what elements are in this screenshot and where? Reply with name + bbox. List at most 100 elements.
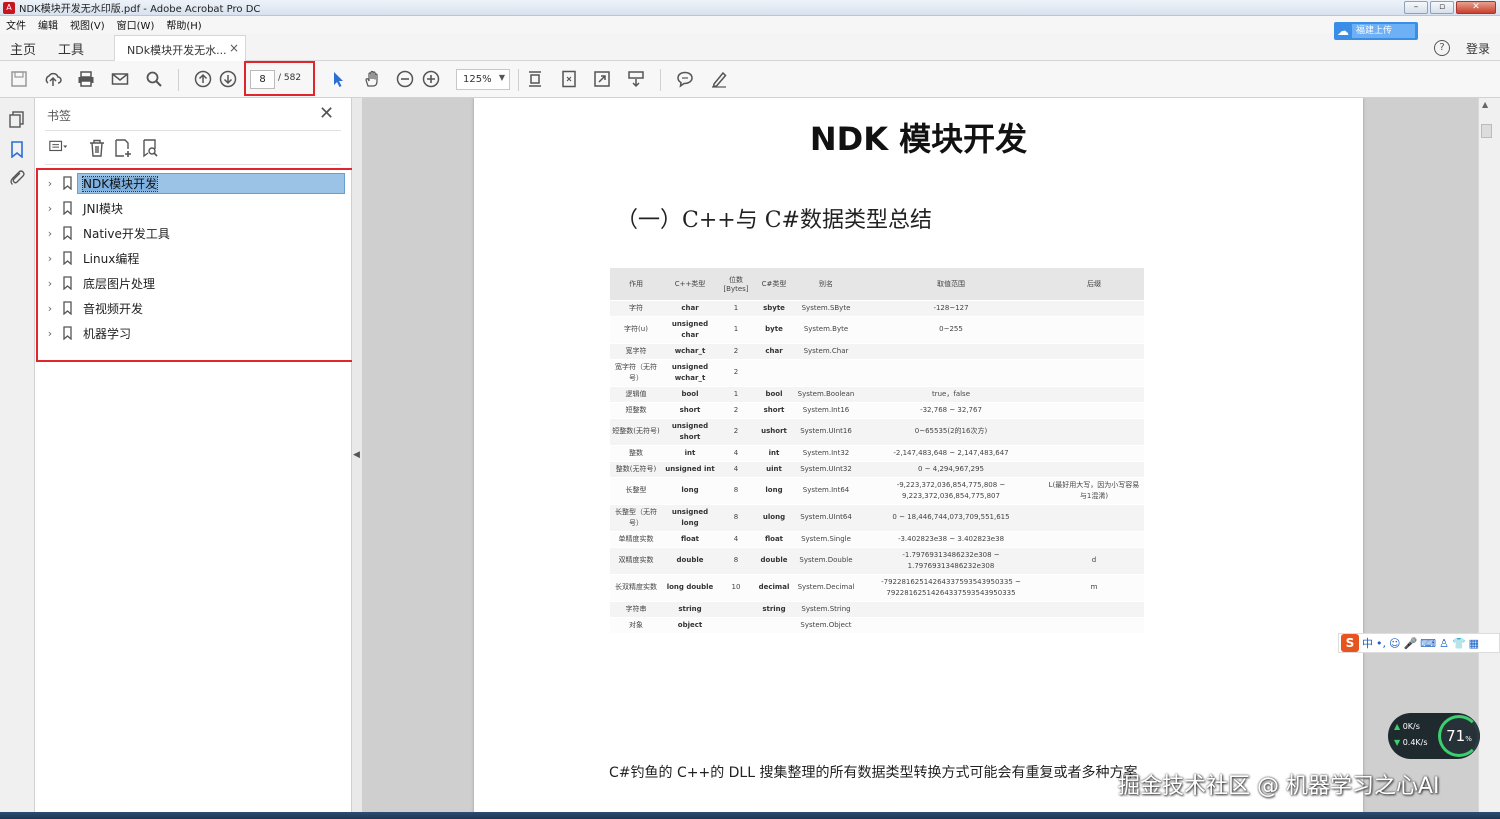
microphone-icon[interactable]: 🎤 — [1403, 637, 1417, 650]
chevron-right-icon[interactable]: › — [43, 277, 57, 290]
table-cell — [1044, 418, 1144, 446]
close-window-button[interactable]: ✕ — [1456, 1, 1496, 14]
chevron-right-icon[interactable]: › — [43, 252, 57, 265]
comment-icon[interactable] — [675, 70, 695, 90]
full-screen-icon[interactable] — [592, 70, 612, 90]
bookmark-item[interactable]: › Linux编程 — [43, 247, 348, 269]
email-icon[interactable] — [110, 70, 130, 90]
table-cell: char — [754, 343, 794, 360]
panel-splitter[interactable]: ◀ — [352, 98, 362, 819]
maximize-button[interactable]: ▫ — [1430, 1, 1454, 14]
bookmark-panel-icon[interactable] — [8, 140, 26, 159]
document-title: NDK 模块开发 — [809, 120, 1028, 158]
table-cell: 1 — [718, 300, 754, 317]
chevron-right-icon[interactable]: › — [43, 177, 57, 190]
bookmark-search-icon[interactable] — [140, 138, 160, 158]
punctuation-icon[interactable]: •, — [1376, 637, 1386, 650]
table-cell: 对象 — [610, 617, 662, 634]
skin-icon[interactable]: 👕 — [1452, 637, 1466, 650]
table-cell — [1044, 445, 1144, 462]
close-tab-icon[interactable]: × — [229, 41, 239, 55]
window-title: NDK模块开发无水印版.pdf - Adobe Acrobat Pro DC — [19, 4, 261, 15]
zoom-in-icon[interactable] — [421, 70, 441, 90]
menu-help[interactable]: 帮助(H) — [166, 17, 201, 32]
table-cell: 2 — [718, 343, 754, 360]
table-header: C#类型 — [754, 268, 794, 301]
user-icon[interactable]: ♙ — [1439, 637, 1449, 650]
table-cell: -128~127 — [858, 300, 1044, 317]
select-arrow-icon[interactable] — [328, 70, 348, 90]
tab-document[interactable]: NDk模块开发无水... × — [114, 35, 246, 61]
delete-bookmark-icon[interactable] — [87, 138, 107, 158]
chevron-right-icon[interactable]: › — [43, 202, 57, 215]
print-icon[interactable] — [76, 70, 96, 90]
chevron-right-icon[interactable]: › — [43, 327, 57, 340]
table-cell — [858, 617, 1044, 634]
page-thumbnails-icon[interactable] — [8, 110, 26, 128]
table-row: 整数 int 4 int System.Int32 -2,147,483,648 ~ 2,… — [610, 445, 1144, 462]
scroll-mode-icon[interactable] — [525, 70, 545, 90]
bookmark-label: 音视频开发 — [83, 301, 144, 316]
help-icon[interactable]: ? — [1434, 40, 1450, 56]
search-icon[interactable] — [144, 70, 164, 90]
table-cell — [1044, 461, 1144, 478]
minimize-button[interactable]: – — [1404, 1, 1428, 14]
chevron-right-icon[interactable]: › — [43, 302, 57, 315]
table-cell: System.SByte — [794, 300, 858, 317]
page-number-input[interactable]: 8 — [250, 70, 275, 89]
menu-file[interactable]: 文件 — [6, 17, 26, 32]
close-panel-icon[interactable]: ✕ — [319, 103, 334, 124]
login-link[interactable]: 登录 — [1466, 40, 1490, 57]
zoom-out-icon[interactable] — [395, 70, 415, 90]
table-cell: System.UInt16 — [794, 418, 858, 446]
new-bookmark-icon[interactable] — [113, 138, 133, 158]
table-cell: 字符 — [610, 300, 662, 317]
attachment-icon[interactable] — [8, 168, 26, 186]
hand-tool-icon[interactable] — [362, 70, 382, 90]
scroll-up-icon[interactable]: ▲ — [1482, 100, 1488, 109]
grid-icon[interactable]: ▦ — [1469, 637, 1479, 650]
table-cell — [1044, 504, 1144, 532]
ime-toolbar[interactable]: S 中 •, ☺ 🎤 ⌨ ♙ 👕 ▦ — [1338, 633, 1500, 653]
chevron-right-icon[interactable]: › — [43, 227, 57, 240]
table-cell: 长双精度实数 — [610, 574, 662, 602]
menu-edit[interactable]: 编辑 — [38, 17, 58, 32]
table-cell: uint — [754, 461, 794, 478]
table-row: 对象 object System.Object — [610, 617, 1144, 634]
collapse-arrow-icon[interactable]: ◀ — [353, 450, 360, 460]
next-page-icon[interactable] — [218, 70, 238, 90]
scrollbar-thumb[interactable] — [1481, 124, 1492, 138]
keyboard-icon[interactable]: ⌨ — [1420, 637, 1436, 650]
table-cell: int — [754, 445, 794, 462]
document-view[interactable]: NDK 模块开发 （一）C++与 C#数据类型总结 作用 C++类型 位数 [B… — [362, 98, 1478, 819]
menu-window[interactable]: 窗口(W) — [117, 17, 155, 32]
menu-view[interactable]: 视图(V) — [70, 17, 105, 32]
table-row: 长整型 long 8 long System.Int64 -9,223,372,036,8… — [610, 477, 1144, 505]
bookmark-item[interactable]: › Native开发工具 — [43, 222, 348, 244]
vertical-scrollbar[interactable]: ▲ — [1478, 98, 1494, 819]
previous-page-icon[interactable] — [193, 70, 213, 90]
highlight-pen-icon[interactable] — [709, 70, 729, 90]
bookmark-item[interactable]: › 音视频开发 — [43, 297, 348, 319]
tab-home[interactable]: 主页 — [10, 39, 36, 58]
cloud-upload-badge[interactable]: ☁ 福建上传 — [1334, 22, 1418, 40]
cloud-upload-icon[interactable] — [43, 70, 63, 90]
read-mode-icon[interactable] — [626, 70, 646, 90]
bookmark-item[interactable]: › 机器学习 — [43, 322, 348, 344]
fit-page-icon[interactable] — [559, 70, 579, 90]
bookmark-item[interactable]: › JNI模块 — [43, 197, 348, 219]
save-icon[interactable] — [9, 70, 29, 90]
tab-tools[interactable]: 工具 — [58, 39, 84, 58]
zoom-select[interactable]: 125% ▼ — [456, 69, 510, 90]
bookmark-options-icon[interactable] — [49, 138, 69, 158]
table-cell: ushort — [754, 418, 794, 446]
table-cell: decimal — [754, 574, 794, 602]
table-cell: m — [1044, 574, 1144, 602]
table-cell: 字符(u) — [610, 316, 662, 344]
table-cell: sbyte — [754, 300, 794, 317]
ime-language-label[interactable]: 中 — [1362, 635, 1373, 651]
bookmark-item[interactable]: › 底层图片处理 — [43, 272, 348, 294]
table-cell: byte — [754, 316, 794, 344]
emoji-icon[interactable]: ☺ — [1389, 637, 1400, 650]
bookmark-item[interactable]: › NDK模块开发 — [43, 172, 348, 194]
